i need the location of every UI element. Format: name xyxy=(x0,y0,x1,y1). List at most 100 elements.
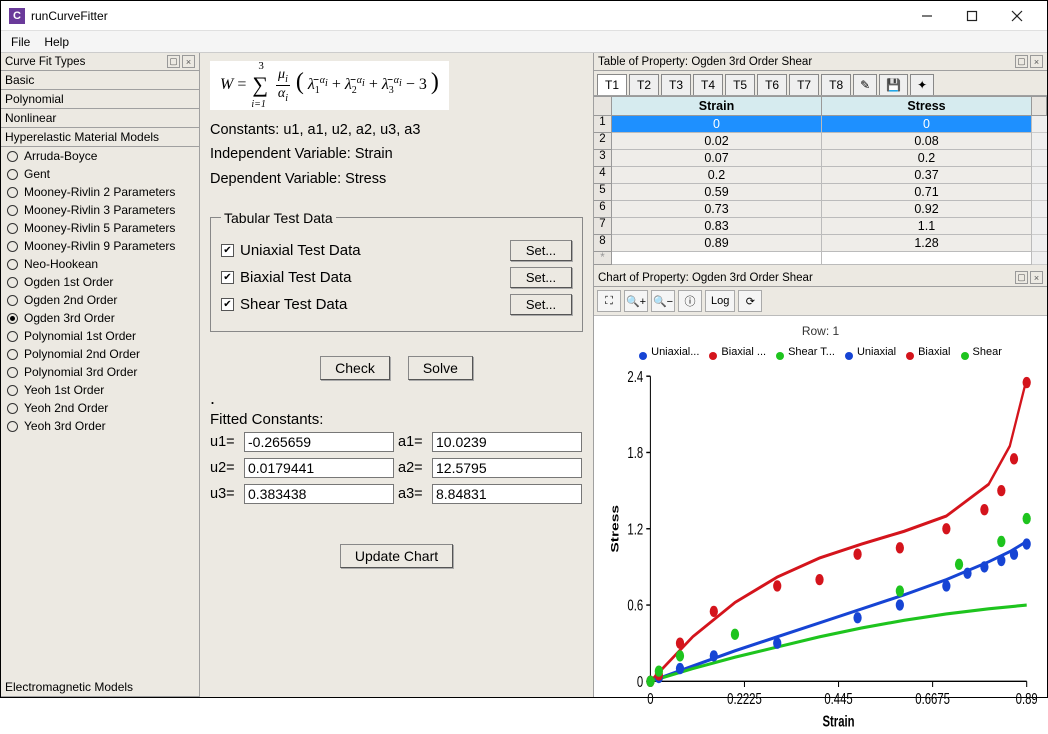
table-row[interactable]: 80.891.28 xyxy=(594,235,1047,252)
chart-toolbar: ⛶ 🔍+ 🔍− ⓘ Log ⟳ xyxy=(594,287,1047,316)
chart-row-label: Row: 1 xyxy=(604,324,1037,338)
panel-close-icon[interactable]: × xyxy=(1030,271,1043,284)
radio-icon xyxy=(7,385,18,396)
svg-text:0.6675: 0.6675 xyxy=(915,690,950,707)
panel-close-icon[interactable]: × xyxy=(1030,55,1043,68)
curve-type-option[interactable]: Gent xyxy=(1,165,199,183)
chart-icon[interactable]: ✦ xyxy=(910,74,934,95)
check-button[interactable]: Check xyxy=(320,356,390,380)
a3-field[interactable] xyxy=(432,484,582,504)
dep-label: Dependent Variable: Stress xyxy=(210,167,583,192)
curve-type-option[interactable]: Mooney-Rivlin 5 Parameters xyxy=(1,219,199,237)
checkbox-icon: ✔ xyxy=(221,244,234,257)
section-hyperelastic[interactable]: Hyperelastic Material Models xyxy=(1,128,199,147)
minimize-button[interactable] xyxy=(904,2,949,30)
section-polynomial[interactable]: Polynomial xyxy=(1,90,199,109)
table-row[interactable]: 60.730.92 xyxy=(594,201,1047,218)
zoom-extents-icon[interactable]: ⛶ xyxy=(597,290,621,312)
chart-area[interactable]: Row: 1 Uniaxial...Biaxial ...Shear T...U… xyxy=(594,316,1047,697)
legend-marker-icon xyxy=(709,352,717,360)
u2-field[interactable] xyxy=(244,458,394,478)
table-row[interactable]: 50.590.71 xyxy=(594,184,1047,201)
titlebar: C runCurveFitter xyxy=(1,1,1047,31)
curve-type-option[interactable]: Mooney-Rivlin 2 Parameters xyxy=(1,183,199,201)
legend-marker-icon xyxy=(639,352,647,360)
undock-icon[interactable]: ▢ xyxy=(167,55,180,68)
ttd-checkbox[interactable]: ✔Uniaxial Test Data xyxy=(221,242,496,259)
undock-icon[interactable]: ▢ xyxy=(1015,271,1028,284)
table-tab[interactable]: T4 xyxy=(693,74,723,95)
formula-display: W = 3 ∑ i=1 μiαi ( λ̄1αi + λ̄2αi + λ̄3αi… xyxy=(210,61,449,110)
data-grid[interactable]: Strain Stress 10020.020.0830.070.240.20.… xyxy=(594,96,1047,265)
checkbox-icon: ✔ xyxy=(221,271,234,284)
a2-field[interactable] xyxy=(432,458,582,478)
radio-icon xyxy=(7,421,18,432)
solve-button[interactable]: Solve xyxy=(408,356,473,380)
set-button[interactable]: Set... xyxy=(510,240,572,261)
menu-help[interactable]: Help xyxy=(38,33,75,51)
edit-icon[interactable]: ✎ xyxy=(853,74,877,95)
table-tab[interactable]: T7 xyxy=(789,74,819,95)
svg-text:0.445: 0.445 xyxy=(824,690,852,707)
menu-file[interactable]: File xyxy=(5,33,36,51)
table-row[interactable]: 30.070.2 xyxy=(594,150,1047,167)
set-button[interactable]: Set... xyxy=(510,294,572,315)
table-tab[interactable]: T2 xyxy=(629,74,659,95)
curve-type-option[interactable]: Polynomial 3rd Order xyxy=(1,363,199,381)
section-electromagnetic[interactable]: Electromagnetic Models xyxy=(1,678,199,697)
curve-type-option[interactable]: Mooney-Rivlin 3 Parameters xyxy=(1,201,199,219)
curve-type-option[interactable]: Yeoh 2nd Order xyxy=(1,399,199,417)
table-tab[interactable]: T5 xyxy=(725,74,755,95)
svg-text:Strain: Strain xyxy=(822,713,854,730)
table-row[interactable]: 70.831.1 xyxy=(594,218,1047,235)
refresh-icon[interactable]: ⟳ xyxy=(738,290,762,312)
table-row[interactable]: 100 xyxy=(594,116,1047,133)
a1-field[interactable] xyxy=(432,432,582,452)
radio-icon xyxy=(7,367,18,378)
zoom-in-icon[interactable]: 🔍+ xyxy=(624,290,648,312)
section-basic[interactable]: Basic xyxy=(1,71,199,90)
info-icon[interactable]: ⓘ xyxy=(678,290,702,312)
curve-type-option[interactable]: Polynomial 1st Order xyxy=(1,327,199,345)
table-tab[interactable]: T3 xyxy=(661,74,691,95)
table-title: Table of Property: Ogden 3rd Order Shear xyxy=(598,56,1015,68)
radio-icon xyxy=(7,331,18,342)
undock-icon[interactable]: ▢ xyxy=(1015,55,1028,68)
ttd-checkbox[interactable]: ✔Shear Test Data xyxy=(221,296,496,313)
radio-icon xyxy=(7,259,18,270)
panel-close-icon[interactable]: × xyxy=(182,55,195,68)
table-row[interactable]: 40.20.37 xyxy=(594,167,1047,184)
curve-type-option[interactable]: Yeoh 3rd Order xyxy=(1,417,199,435)
close-button[interactable] xyxy=(994,2,1039,30)
curve-type-option[interactable]: Neo-Hookean xyxy=(1,255,199,273)
zoom-out-icon[interactable]: 🔍− xyxy=(651,290,675,312)
svg-text:0.89: 0.89 xyxy=(1016,690,1037,707)
maximize-button[interactable] xyxy=(949,2,994,30)
ttd-checkbox[interactable]: ✔Biaxial Test Data xyxy=(221,269,496,286)
col-strain[interactable]: Strain xyxy=(612,97,822,116)
curve-type-option[interactable]: Polynomial 2nd Order xyxy=(1,345,199,363)
curve-type-option[interactable]: Mooney-Rivlin 9 Parameters xyxy=(1,237,199,255)
curve-type-option[interactable]: Yeoh 1st Order xyxy=(1,381,199,399)
u1-field[interactable] xyxy=(244,432,394,452)
u3-field[interactable] xyxy=(244,484,394,504)
svg-text:1.2: 1.2 xyxy=(627,521,643,538)
status-dot: . xyxy=(210,388,583,409)
table-tab[interactable]: T1 xyxy=(597,74,627,95)
svg-text:2.4: 2.4 xyxy=(627,368,643,385)
curve-type-option[interactable]: Ogden 2nd Order xyxy=(1,291,199,309)
sidebar-header: Curve Fit Types ▢ × xyxy=(1,53,199,71)
set-button[interactable]: Set... xyxy=(510,267,572,288)
svg-text:0: 0 xyxy=(647,690,654,707)
save-icon[interactable]: 💾 xyxy=(879,74,908,95)
curve-type-option[interactable]: Arruda-Boyce xyxy=(1,147,199,165)
table-tab[interactable]: T6 xyxy=(757,74,787,95)
log-scale-button[interactable]: Log xyxy=(705,290,735,312)
col-stress[interactable]: Stress xyxy=(822,97,1032,116)
curve-type-option[interactable]: Ogden 3rd Order xyxy=(1,309,199,327)
table-tab[interactable]: T8 xyxy=(821,74,851,95)
curve-type-option[interactable]: Ogden 1st Order xyxy=(1,273,199,291)
table-row[interactable]: 20.020.08 xyxy=(594,133,1047,150)
update-chart-button[interactable]: Update Chart xyxy=(340,544,453,568)
section-nonlinear[interactable]: Nonlinear xyxy=(1,109,199,128)
